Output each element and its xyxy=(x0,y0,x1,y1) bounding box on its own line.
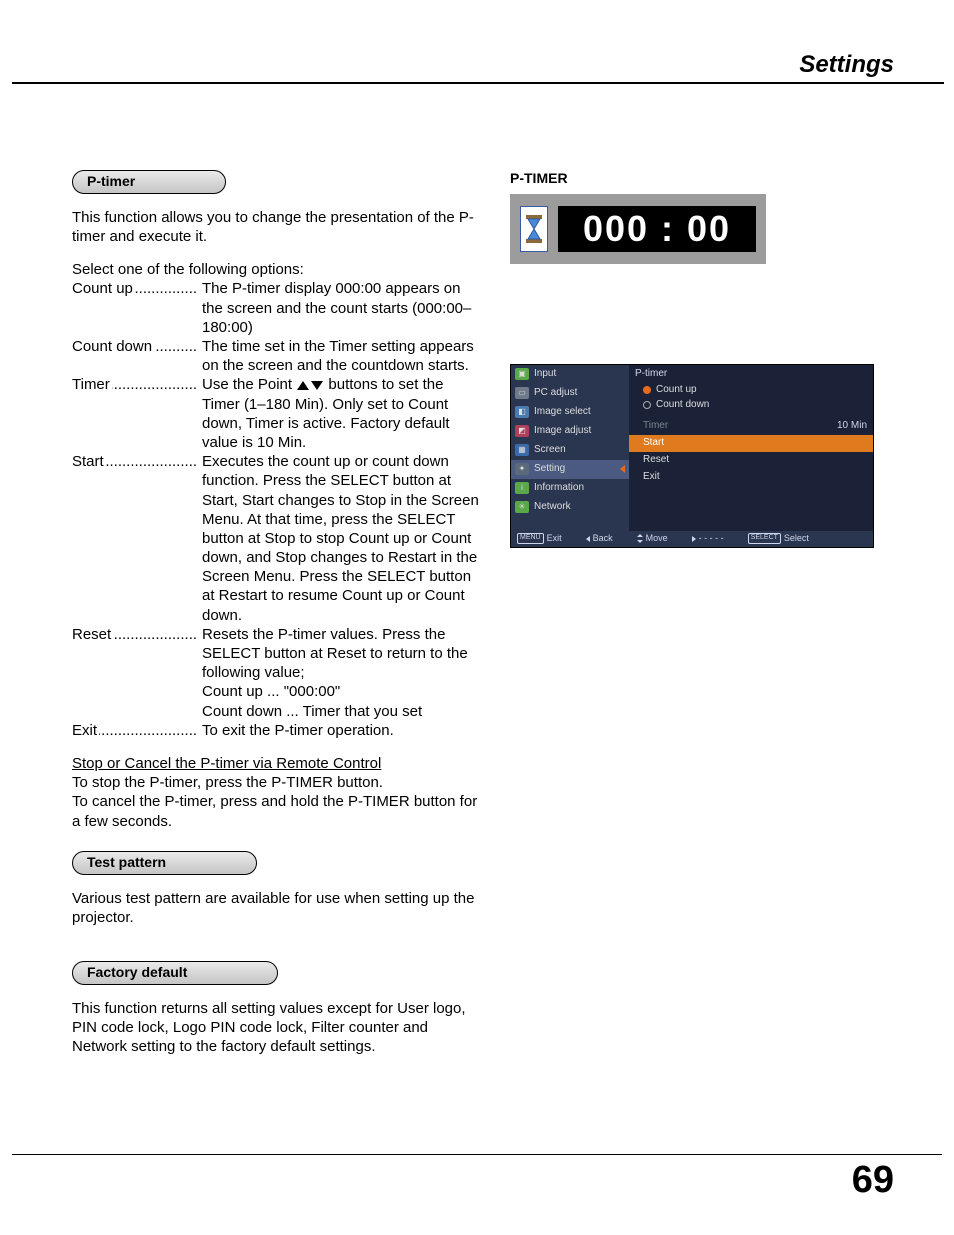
header-rule xyxy=(12,82,944,84)
def-value: Resets the P-timer values. Press the SEL… xyxy=(202,625,484,721)
ptimer-intro: This function allows you to change the p… xyxy=(72,208,484,246)
ptimer-display: 000 : 00 xyxy=(510,194,766,264)
osd-nav-setting[interactable]: ✦Setting xyxy=(511,460,629,479)
stop-cancel-body: To stop the P-timer, press the P-TIMER b… xyxy=(72,773,484,831)
def-value: Executes the count up or count down func… xyxy=(202,452,484,625)
manual-page: Settings P-timer This function allows yo… xyxy=(0,0,954,1235)
select-badge: SELECT xyxy=(748,533,781,544)
def-value: Use the Point buttons to set the Timer (… xyxy=(202,375,484,452)
info-icon: i xyxy=(515,482,529,494)
ptimer-pill: P-timer xyxy=(72,170,226,194)
image-adjust-icon: ◩ xyxy=(515,425,529,437)
osd-row-exit[interactable]: Exit xyxy=(629,469,873,486)
term: Count up xyxy=(72,280,135,297)
page-header: Settings xyxy=(72,50,894,90)
osd-radio-count-down[interactable]: Count down xyxy=(629,398,873,413)
term: Start xyxy=(72,453,106,470)
def-reset: ...............................Reset Res… xyxy=(72,625,484,721)
def-exit: ...............................Exit To e… xyxy=(72,721,484,740)
def-value: The time set in the Timer setting appear… xyxy=(202,337,484,375)
menu-badge: MENU xyxy=(517,533,544,544)
osd-foot-move: Move xyxy=(637,533,668,545)
timer-readout: 000 : 00 xyxy=(558,206,756,252)
updown-icon xyxy=(637,534,643,543)
osd-nav-image-adjust[interactable]: ◩Image adjust xyxy=(511,422,629,441)
footer-rule xyxy=(12,1154,942,1156)
osd-nav-screen[interactable]: ▦Screen xyxy=(511,441,629,460)
timer-pre: Use the Point xyxy=(202,376,296,393)
def-start: ...............................Start Exe… xyxy=(72,452,484,625)
right-column: P-TIMER 000 : 00 ▣Input ▭PC adjust xyxy=(510,170,894,1070)
osd-nav-network[interactable]: ✳Network xyxy=(511,498,629,517)
input-icon: ▣ xyxy=(515,368,529,380)
ptimer-select-line: Select one of the following options: xyxy=(72,260,484,279)
monitor-icon: ▭ xyxy=(515,387,529,399)
osd-radio-count-up[interactable]: Count up xyxy=(629,383,873,398)
osd-foot-dash: - - - - - xyxy=(692,533,724,545)
page-section-title: Settings xyxy=(799,50,894,81)
osd-right-panel: P-timer Count up Count down Timer10 Min … xyxy=(629,365,873,531)
radio-on-icon xyxy=(643,386,651,394)
def-count-up: ...............................Count up … xyxy=(72,279,484,337)
triangle-up-icon xyxy=(297,381,309,390)
def-count-down: ...............................Count dow… xyxy=(72,337,484,375)
def-timer: ...............................Timer Use… xyxy=(72,375,484,452)
radio-off-icon xyxy=(643,401,651,409)
factory-default-pill: Factory default xyxy=(72,961,278,985)
screen-icon: ▦ xyxy=(515,444,529,456)
network-icon: ✳ xyxy=(515,501,529,513)
osd-nav-information[interactable]: iInformation xyxy=(511,479,629,498)
term: Exit xyxy=(72,722,99,739)
image-select-icon: ◧ xyxy=(515,406,529,418)
osd-row-start[interactable]: Start xyxy=(629,435,873,452)
osd-foot-back: Back xyxy=(586,533,613,545)
stop-cancel-heading: Stop or Cancel the P-timer via Remote Co… xyxy=(72,754,484,773)
osd-row-reset[interactable]: Reset xyxy=(629,452,873,469)
page-number: 69 xyxy=(852,1156,894,1205)
osd-nav-input[interactable]: ▣Input xyxy=(511,365,629,384)
content-columns: P-timer This function allows you to chan… xyxy=(72,170,894,1070)
wrench-icon: ✦ xyxy=(515,463,529,475)
triangle-right-icon xyxy=(692,536,696,542)
osd-row-timer[interactable]: Timer10 Min xyxy=(629,418,873,435)
term: Timer xyxy=(72,376,112,393)
osd-foot-exit: MENUExit xyxy=(517,533,562,545)
osd-menu: ▣Input ▭PC adjust ◧Image select ◩Image a… xyxy=(510,364,874,548)
osd-nav-pc-adjust[interactable]: ▭PC adjust xyxy=(511,384,629,403)
osd-left-nav: ▣Input ▭PC adjust ◧Image select ◩Image a… xyxy=(511,365,629,531)
test-pattern-body: Various test pattern are available for u… xyxy=(72,889,484,927)
triangle-left-icon xyxy=(586,536,590,542)
test-pattern-pill: Test pattern xyxy=(72,851,257,875)
def-value: To exit the P-timer operation. xyxy=(202,721,484,740)
osd-footer: MENUExit Back Move - - - - - SELECTSelec… xyxy=(511,531,873,547)
osd-nav-image-select[interactable]: ◧Image select xyxy=(511,403,629,422)
osd-foot-select: SELECTSelect xyxy=(748,533,809,545)
left-column: P-timer This function allows you to chan… xyxy=(72,170,484,1070)
ptimer-definitions: ...............................Count up … xyxy=(72,279,484,740)
triangle-down-icon xyxy=(311,381,323,390)
ptimer-caption: P-TIMER xyxy=(510,170,894,188)
term: Reset xyxy=(72,626,113,643)
osd-panel-title: P-timer xyxy=(629,365,873,383)
def-value: The P-timer display 000:00 appears on th… xyxy=(202,279,484,337)
hourglass-icon xyxy=(520,206,548,252)
term: Count down xyxy=(72,338,154,355)
factory-default-body: This function returns all setting values… xyxy=(72,999,484,1057)
